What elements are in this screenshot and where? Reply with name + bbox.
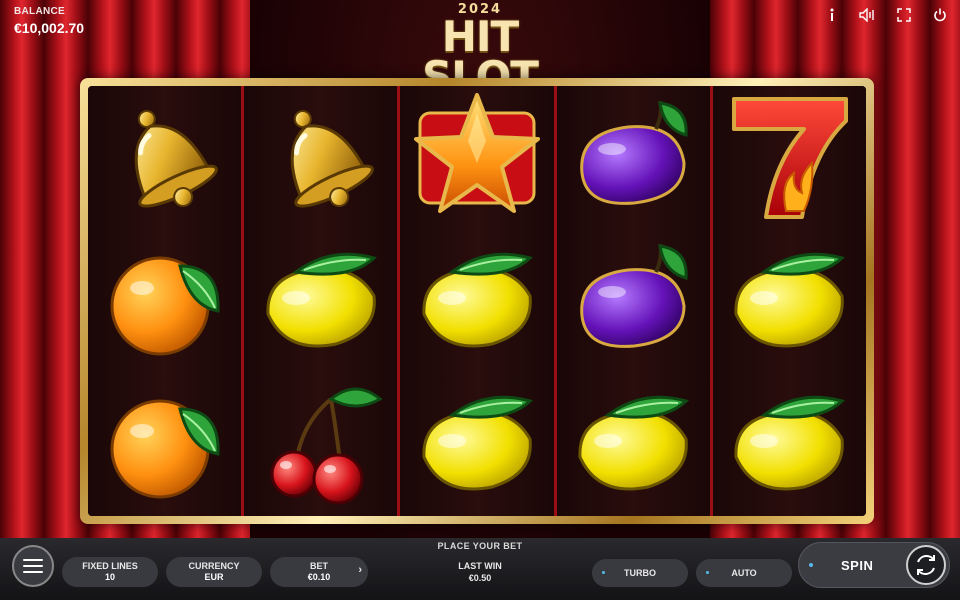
spin-label: SPIN: [841, 558, 874, 573]
turbo-indicator: [602, 571, 605, 574]
lemon-symbol: [244, 229, 397, 372]
reel-area: [88, 86, 866, 516]
lemon-symbol: [400, 229, 553, 372]
auto-button[interactable]: AUTO: [696, 559, 792, 587]
reel-4: [556, 86, 713, 516]
sound-icon[interactable]: [856, 6, 880, 24]
menu-icon-line: [23, 565, 43, 567]
lemon-symbol: [713, 372, 866, 515]
plum-symbol: [557, 229, 710, 372]
balance-value: €10,002.70: [14, 20, 85, 36]
currency-value: EUR: [204, 572, 224, 582]
info-icon[interactable]: [820, 6, 844, 24]
reel-2: [244, 86, 401, 516]
fixed-lines-label: FIXED LINES: [82, 561, 138, 571]
chevron-right-icon[interactable]: ›: [358, 565, 362, 576]
balance-display: BALANCE €10,002.70: [14, 6, 84, 36]
place-bet-text: PLACE YOUR BET: [437, 541, 523, 551]
bet-label: BET: [310, 561, 328, 571]
last-win-label: LAST WIN: [458, 561, 502, 571]
fixed-lines-button[interactable]: FIXED LINES 10: [62, 557, 158, 587]
turbo-button[interactable]: TURBO: [592, 559, 688, 587]
bet-button[interactable]: BET €0.10 ›: [270, 557, 368, 587]
cherry-symbol: [244, 372, 397, 515]
auto-indicator: [706, 571, 709, 574]
menu-icon-line: [23, 571, 43, 573]
lemon-symbol: [400, 372, 553, 515]
lemon-symbol: [557, 372, 710, 515]
power-icon[interactable]: [928, 6, 952, 24]
reel-5: [712, 86, 866, 516]
turbo-label: TURBO: [624, 568, 656, 578]
reel-1: [88, 86, 245, 516]
lemon-symbol: [713, 229, 866, 372]
auto-label: AUTO: [731, 568, 757, 578]
fullscreen-icon[interactable]: [892, 6, 916, 24]
currency-label: CURRENCY: [188, 561, 240, 571]
menu-button[interactable]: [12, 545, 54, 587]
fixed-lines-value: 10: [104, 572, 115, 582]
currency-button[interactable]: CURRENCY EUR: [166, 557, 262, 587]
star-symbol: [400, 86, 553, 229]
bell-symbol: [244, 86, 397, 229]
bell-symbol: [88, 86, 241, 229]
last-win-display: LAST WIN €0.50: [430, 560, 530, 584]
balance-label: BALANCE: [14, 6, 65, 17]
last-win-value: €0.50: [468, 573, 492, 583]
plum-symbol: [557, 86, 710, 229]
game-logo: 2024 HIT SLOT: [380, 2, 580, 98]
top-controls: [820, 6, 952, 24]
seven-symbol: [713, 86, 866, 229]
spin-icon[interactable]: [906, 545, 946, 585]
bet-value: €0.10: [307, 572, 331, 582]
orange-symbol: [88, 372, 241, 515]
menu-icon-line: [23, 559, 43, 561]
reel-3: [400, 86, 557, 516]
spin-indicator: [809, 563, 813, 567]
spin-button[interactable]: SPIN: [798, 542, 950, 588]
reel-frame: [80, 78, 874, 524]
orange-symbol: [88, 229, 241, 372]
